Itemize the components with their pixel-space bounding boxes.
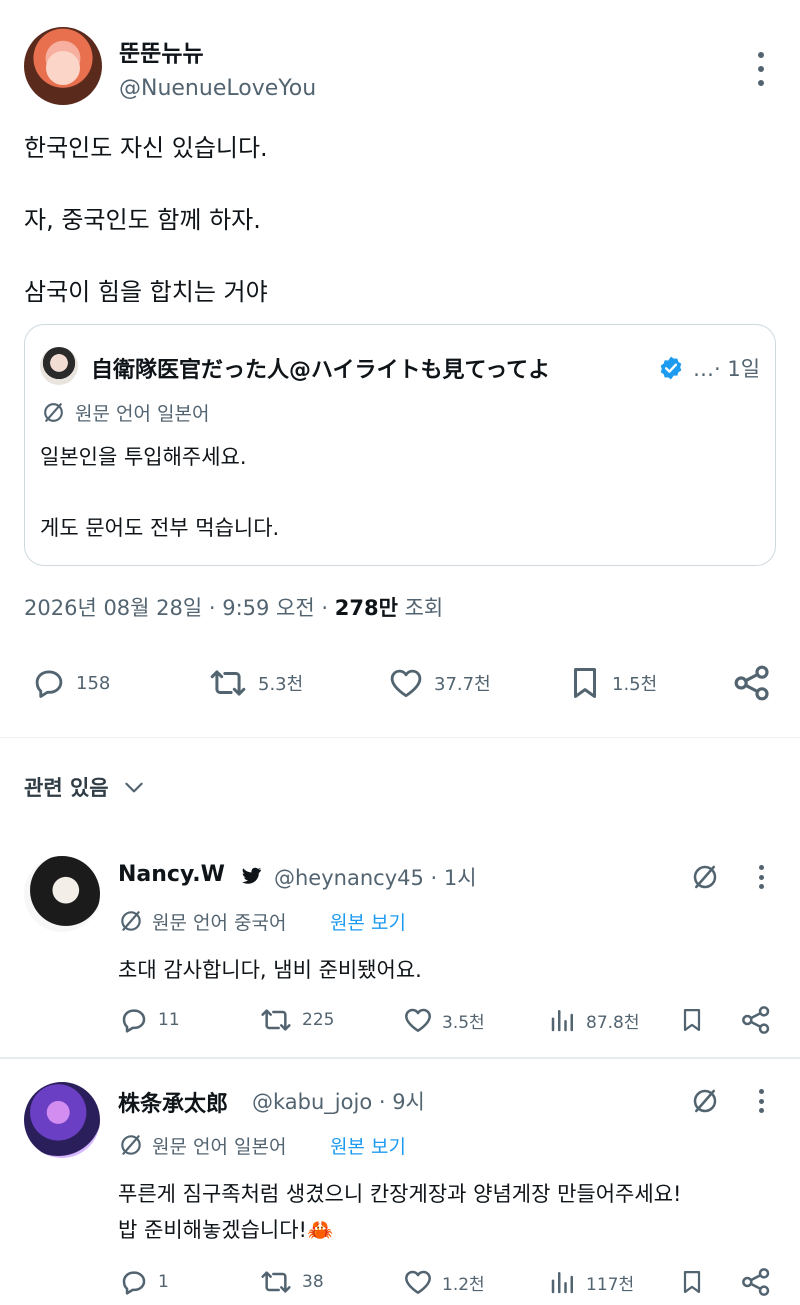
reply-avatar[interactable] [24, 856, 100, 932]
bookmark-icon[interactable] [678, 1266, 706, 1298]
retweet-count: 38 [302, 1272, 324, 1292]
bookmark-count: 1.5천 [612, 674, 658, 695]
views-icon [551, 1272, 573, 1294]
quoted-timestamp[interactable]: …· 1일 [693, 353, 760, 383]
quoted-ellipsis: … [693, 357, 714, 381]
reply-icon [35, 670, 63, 698]
tweet-text-line: 한국인도 자신 있습니다. [24, 134, 268, 162]
reply-icon [122, 1271, 146, 1295]
bookmark-icon[interactable] [678, 1004, 706, 1036]
show-original-link[interactable]: 원본 보기 [330, 908, 406, 935]
reply-language-label: 원문 언어 일본어 [152, 1136, 287, 1158]
retweet-count: 225 [302, 1010, 335, 1030]
translate-icon [121, 911, 141, 931]
reply-author-name[interactable]: 株条承太郎 [118, 1086, 228, 1118]
share-icon[interactable] [740, 1004, 772, 1036]
retweet-icon [210, 670, 246, 696]
quoted-text-line: 일본인을 투입해주세요. [40, 445, 247, 469]
like-button[interactable]: 37.7천 [386, 664, 491, 702]
tweet-text-line: 자, 중국인도 함께 하자. [24, 206, 261, 234]
retweet-button[interactable]: 225 [258, 1004, 334, 1036]
like-count: 37.7천 [434, 674, 491, 695]
retweet-button[interactable]: 38 [258, 1266, 324, 1298]
views-count: 87.8천 [586, 1012, 640, 1033]
bookmark-button[interactable]: 1.5천 [566, 664, 657, 702]
quoted-author-avatar[interactable] [40, 347, 78, 385]
more-icon[interactable] [752, 865, 770, 889]
like-icon [390, 669, 422, 698]
author-avatar[interactable] [24, 27, 102, 105]
tweet-text-line: 삼국이 힘을 합치는 거야 [24, 278, 268, 306]
more-icon[interactable] [749, 52, 773, 86]
tweet-datetime[interactable]: 2026년 08월 28일 · 9:59 오전 · [24, 596, 328, 620]
reply-language-label: 원문 언어 중국어 [152, 912, 287, 934]
like-button[interactable]: 1.2천 [402, 1266, 485, 1298]
reply-author-name[interactable]: Nancy.W [118, 862, 225, 887]
views-icon [551, 1010, 573, 1032]
tweet-meta: 2026년 08월 28일 · 9:59 오전 · 278만 조회 [24, 592, 443, 622]
reply-text: 밥 준비해놓겠습니다! [118, 1218, 307, 1242]
reply-handle[interactable]: @heynancy45 · 1시 [274, 862, 477, 892]
views-button[interactable]: 117천 [548, 1266, 634, 1298]
reply-text-line-2: 밥 준비해놓겠습니다!🦀 [118, 1214, 333, 1244]
related-label: 관련 있음 [24, 776, 109, 800]
reply-avatar[interactable] [24, 1082, 100, 1158]
translate-icon[interactable] [690, 862, 720, 892]
reply-text-line: 초대 감사합니다, 냄비 준비됐어요. [118, 958, 422, 982]
reply-button[interactable]: 1 [118, 1266, 169, 1298]
verified-badge-icon [660, 356, 682, 380]
related-toggle[interactable]: 관련 있음 [24, 772, 147, 802]
share-icon[interactable] [740, 1266, 772, 1298]
views-count: 278만 [334, 596, 398, 620]
quoted-language-label: 원문 언어 일본어 [75, 403, 210, 425]
views-label: 조회 [404, 596, 444, 620]
reply-icon [122, 1009, 146, 1033]
more-icon[interactable] [752, 1089, 770, 1113]
retweet-icon [261, 1271, 291, 1293]
reply-text-line: 푸른게 짐구족처럼 생겼으니 칸장게장과 양념게장 만들어주세요! [118, 1182, 682, 1206]
reply-button[interactable]: 11 [118, 1004, 180, 1036]
share-icon[interactable] [732, 663, 772, 703]
like-count: 3.5천 [442, 1012, 485, 1033]
author-handle[interactable]: @NuenueLoveYou [119, 76, 316, 101]
bookmark-icon [573, 668, 597, 698]
like-icon [405, 1008, 431, 1032]
views-button[interactable]: 87.8천 [548, 1004, 640, 1036]
reply-count: 158 [76, 672, 111, 694]
reply-count: 1 [158, 1272, 169, 1292]
divider [0, 1057, 800, 1059]
like-count: 1.2천 [442, 1274, 485, 1295]
reply-handle[interactable]: @kabu_jojo · 9시 [252, 1086, 425, 1116]
retweet-button[interactable]: 5.3천 [206, 664, 303, 702]
quoted-time: · 1일 [714, 357, 761, 381]
show-original-link[interactable]: 원본 보기 [330, 1132, 406, 1159]
divider [0, 737, 800, 738]
translate-icon [121, 1135, 141, 1155]
retweet-count: 5.3천 [258, 674, 304, 695]
retweet-icon [261, 1009, 291, 1031]
views-count: 117천 [586, 1274, 635, 1295]
twitter-bird-icon [242, 867, 261, 884]
like-button[interactable]: 3.5천 [402, 1004, 485, 1036]
chevron-down-icon [124, 782, 143, 793]
quoted-author-name[interactable]: 自衛隊医官だった人@ハイライトも見てってよ [91, 352, 550, 384]
author-name[interactable]: 뚠뚠뉴뉴 [119, 34, 204, 68]
quoted-text-line: 게도 문어도 전부 먹습니다. [40, 516, 280, 540]
like-icon [405, 1270, 431, 1294]
translate-icon [44, 403, 63, 422]
reply-count: 11 [158, 1010, 180, 1030]
translate-icon[interactable] [690, 1086, 720, 1116]
quoted-tweet-card[interactable]: 自衛隊医官だった人@ハイライトも見てってよ …· 1일 원문 언어 일본어 일본… [24, 324, 776, 566]
crab-emoji: 🦀 [306, 1218, 334, 1242]
reply-button[interactable]: 158 [30, 664, 110, 702]
